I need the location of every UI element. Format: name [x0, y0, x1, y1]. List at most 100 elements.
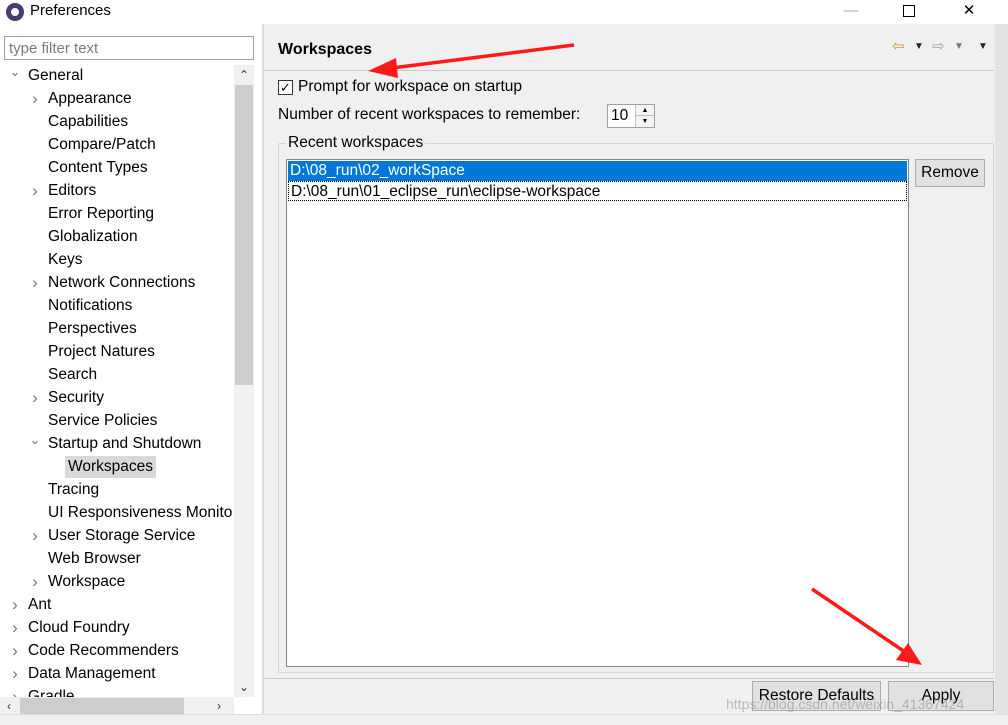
filter-input[interactable]: [4, 36, 254, 60]
chevron-right-icon[interactable]: ›: [28, 525, 42, 547]
tree-item[interactable]: › User Storage Service: [0, 525, 234, 548]
tree-horizontal-scrollbar[interactable]: ‹ ›: [0, 697, 234, 715]
recent-count-value[interactable]: 10: [611, 107, 628, 125]
chevron-down-icon[interactable]: ⌄: [8, 65, 22, 83]
tree-item[interactable]: › Code Recommenders: [0, 640, 234, 663]
chevron-right-icon[interactable]: ›: [28, 571, 42, 593]
page-scrollbar[interactable]: [995, 24, 1008, 714]
dialog-bottom-edge: [0, 714, 1008, 725]
tree-item-label: Search: [48, 366, 98, 383]
tree-item-label: Tracing: [48, 481, 100, 498]
maximize-button[interactable]: [886, 0, 932, 24]
scroll-right-arrow-icon[interactable]: ›: [210, 697, 228, 715]
spinner-down-icon[interactable]: ▼: [635, 116, 654, 127]
tree-item-label: Capabilities: [48, 113, 129, 130]
tree-item-label: Security: [48, 389, 104, 406]
tree-item-label: Workspace: [48, 573, 126, 590]
tree-item-label: Content Types: [48, 159, 148, 176]
tree-item[interactable]: Search: [0, 364, 234, 387]
chevron-right-icon[interactable]: ›: [8, 617, 22, 639]
tree-item-label: Compare/Patch: [48, 136, 156, 153]
tree-item-label: Error Reporting: [48, 205, 154, 222]
view-menu-dropdown-icon[interactable]: ▼: [978, 41, 988, 52]
tree-item-label: Web Browser: [48, 550, 141, 567]
recent-count-label: Number of recent workspaces to remember:: [278, 106, 581, 123]
chevron-down-icon[interactable]: ⌄: [28, 429, 42, 451]
tree-item[interactable]: Tracing: [0, 479, 234, 502]
forward-arrow-icon[interactable]: ⇨: [932, 37, 945, 55]
tree-vertical-scrollbar[interactable]: ⌃ ⌄: [234, 65, 254, 697]
workspace-list-item[interactable]: D:\08_run\02_workSpace: [288, 161, 907, 181]
recent-count-spinner[interactable]: 10 ▲ ▼: [607, 104, 655, 128]
window-title: Preferences: [30, 2, 111, 19]
back-arrow-icon[interactable]: ⇦: [892, 37, 905, 55]
tree-item-label: Data Management: [28, 665, 156, 682]
tree-item-label: Perspectives: [48, 320, 137, 337]
tree-item[interactable]: Web Browser: [0, 548, 234, 571]
tree-item-label: Editors: [48, 182, 97, 199]
tree-item[interactable]: › Ant: [0, 594, 234, 617]
page-title: Workspaces: [278, 41, 372, 58]
scroll-left-arrow-icon[interactable]: ‹: [0, 697, 18, 715]
tree-item[interactable]: Globalization: [0, 226, 234, 249]
chevron-right-icon[interactable]: ›: [8, 686, 22, 697]
recent-workspaces-label: Recent workspaces: [286, 134, 426, 152]
prompt-workspace-label: Prompt for workspace on startup: [298, 78, 522, 95]
tree-item[interactable]: Content Types: [0, 157, 234, 180]
minimize-button[interactable]: —: [828, 0, 874, 24]
chevron-right-icon[interactable]: ›: [8, 663, 22, 685]
workspace-list-item[interactable]: D:\08_run\01_eclipse_run\eclipse-workspa…: [288, 181, 907, 201]
scroll-down-arrow-icon[interactable]: ⌄: [234, 677, 254, 697]
tree-item-label: Project Natures: [48, 343, 155, 360]
tree-item[interactable]: UI Responsiveness Monito: [0, 502, 234, 525]
prompt-workspace-checkbox[interactable]: ✓: [278, 80, 293, 95]
tree-item[interactable]: › Security: [0, 387, 234, 410]
preferences-nav-panel: ⌄ General › Appearance Capabilities Compare/P…: [0, 24, 262, 725]
chevron-right-icon[interactable]: ›: [8, 594, 22, 616]
tree-item[interactable]: Error Reporting: [0, 203, 234, 226]
chevron-right-icon[interactable]: ›: [28, 272, 42, 294]
tree-item[interactable]: Keys: [0, 249, 234, 272]
tree-item[interactable]: › Data Management: [0, 663, 234, 686]
tree-item-label: UI Responsiveness Monito: [48, 504, 233, 521]
tree-item[interactable]: Workspaces: [0, 456, 234, 479]
spinner-up-icon[interactable]: ▲: [635, 105, 654, 116]
tree-item[interactable]: › Editors: [0, 180, 234, 203]
back-menu-dropdown-icon[interactable]: ▼: [914, 41, 924, 52]
scrollbar-thumb[interactable]: [235, 85, 253, 385]
tree-item[interactable]: Capabilities: [0, 111, 234, 134]
remove-button[interactable]: Remove: [915, 159, 985, 187]
tree-item[interactable]: Perspectives: [0, 318, 234, 341]
horizontal-scrollbar-thumb[interactable]: [20, 698, 184, 714]
chevron-right-icon[interactable]: ›: [28, 387, 42, 409]
preferences-tree: ⌄ General › Appearance Capabilities Compare/P…: [0, 65, 234, 697]
forward-menu-dropdown-icon[interactable]: ▼: [954, 41, 964, 52]
tree-item[interactable]: › Network Connections: [0, 272, 234, 295]
tree-item[interactable]: ⌄ General: [0, 65, 234, 88]
maximize-icon: [903, 5, 915, 17]
chevron-right-icon[interactable]: ›: [28, 88, 42, 110]
chevron-right-icon[interactable]: ›: [28, 180, 42, 202]
tree-item[interactable]: Notifications: [0, 295, 234, 318]
tree-item[interactable]: › Cloud Foundry: [0, 617, 234, 640]
tree-item-label: Service Policies: [48, 412, 158, 429]
scroll-up-arrow-icon[interactable]: ⌃: [234, 65, 254, 85]
tree-item[interactable]: › Gradle: [0, 686, 234, 697]
tree-item[interactable]: ⌄ Startup and Shutdown: [0, 432, 234, 456]
tree-item[interactable]: › Workspace: [0, 571, 234, 594]
tree-item-label: Notifications: [48, 297, 133, 314]
recent-workspaces-list[interactable]: D:\08_run\02_workSpace D:\08_run\01_eclip…: [286, 159, 909, 667]
close-button[interactable]: ✕: [946, 0, 992, 24]
tree-item-label: Workspaces: [65, 456, 156, 478]
tree-item-label: Cloud Foundry: [28, 619, 130, 636]
tree-item-label: Gradle: [28, 688, 75, 697]
title-bar: Preferences — ✕: [0, 0, 1008, 24]
chevron-right-icon[interactable]: ›: [8, 640, 22, 662]
tree-item-label: Ant: [28, 596, 52, 613]
preference-page: Workspaces ⇦ ▼ ⇨ ▼ ▼ ✓ Prompt for worksp…: [264, 24, 1008, 725]
tree-item[interactable]: Project Natures: [0, 341, 234, 364]
tree-item-label: Appearance: [48, 90, 132, 107]
tree-item[interactable]: › Appearance: [0, 88, 234, 111]
tree-item-label: Keys: [48, 251, 83, 268]
tree-item[interactable]: Compare/Patch: [0, 134, 234, 157]
